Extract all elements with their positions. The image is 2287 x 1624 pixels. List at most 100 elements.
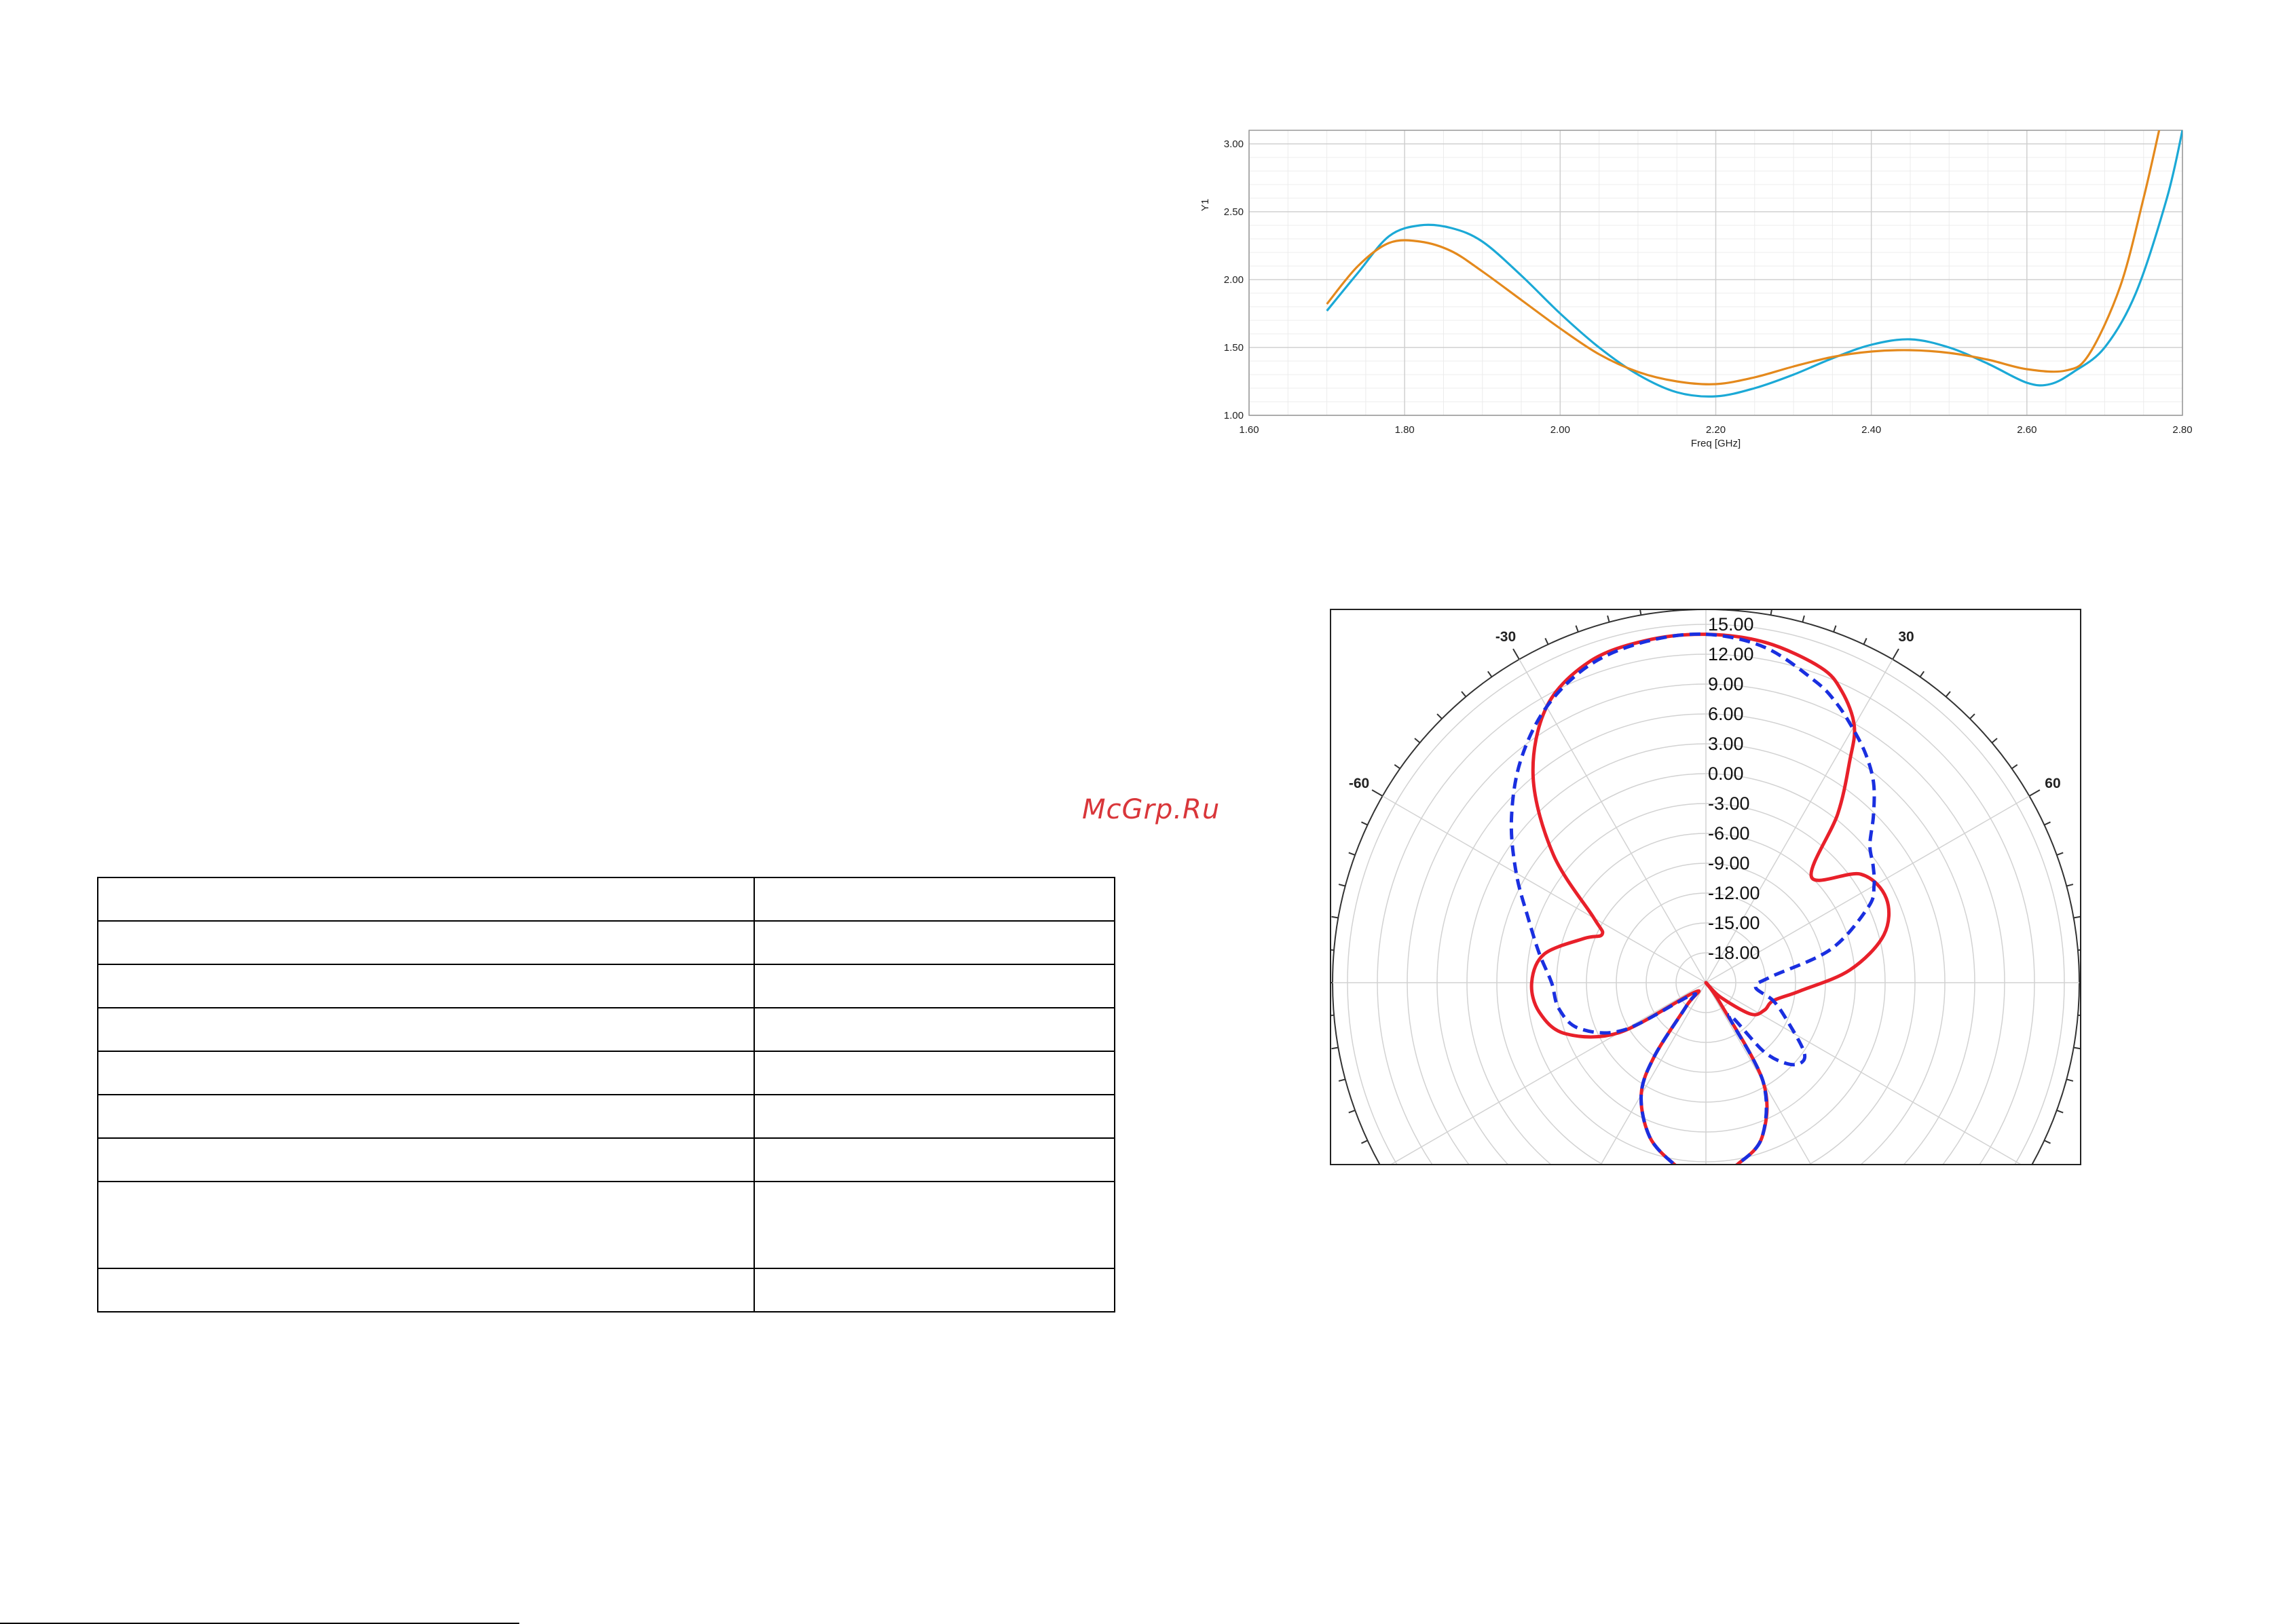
angle-label: -90	[1295, 976, 1316, 992]
polar-tick	[2028, 789, 2041, 797]
x-tick-label: 1.60	[1239, 424, 1259, 436]
polar-plot-area: 15.00 12.00 9.00 6.00 3.00 0.00 -3.00 -6.00 -9.0…	[1295, 577, 2081, 1174]
polar-tick	[1361, 1139, 1368, 1144]
polar-tick	[1512, 648, 1520, 660]
y-tick-label: 1.00	[1224, 410, 1244, 421]
polar-tick	[2073, 915, 2081, 919]
spec-table	[96, 877, 1115, 1313]
polar-tick	[1338, 1078, 1345, 1082]
radial-tick-label: 0.00	[1708, 763, 1744, 784]
polar-spoke	[1705, 982, 2022, 1165]
polar-tick	[1338, 884, 1345, 887]
x-tick-label: 2.00	[1550, 424, 1570, 436]
radial-tick-label: -15.00	[1708, 913, 1760, 933]
radial-tick-label: -3.00	[1708, 793, 1750, 814]
polar-series-2	[1509, 632, 1876, 1165]
y-tick-label: 3.00	[1224, 138, 1244, 150]
polar-tick	[1945, 691, 1951, 698]
polar-tick	[2044, 1139, 2051, 1144]
table-row	[96, 1051, 1115, 1095]
polar-tick	[2066, 884, 2074, 887]
table-cell	[754, 964, 1115, 1008]
table-cell	[754, 1094, 1115, 1139]
radial-tick-label: 9.00	[1708, 674, 1744, 694]
polar-spoke	[1390, 982, 1707, 1165]
angle-label: 60	[2045, 776, 2060, 791]
table-row	[96, 1268, 1115, 1313]
y-tick-label: 1.50	[1224, 342, 1244, 354]
table-cell	[96, 920, 756, 965]
polar-tick	[1331, 915, 1339, 919]
table-cell	[96, 1268, 756, 1313]
radiation-pattern-polar-chart: 15.00 12.00 9.00 6.00 3.00 0.00 -3.00 -6.00 -9.0…	[1295, 577, 2081, 1174]
polar-tick	[1361, 821, 1368, 826]
polar-tick	[1863, 638, 1867, 645]
x-tick-label: 2.80	[2172, 424, 2192, 436]
x-tick-label: 2.60	[2017, 424, 2037, 436]
x-tick-label: 1.80	[1395, 424, 1415, 436]
polar-spoke	[1600, 982, 1707, 1165]
polar-spoke	[1705, 982, 1812, 1165]
table-cell	[754, 1268, 1115, 1313]
angle-label: -30	[1495, 629, 1516, 645]
polar-tick	[2029, 1169, 2040, 1174]
table-cell	[754, 920, 1115, 965]
x-axis-label: Freq [GHz]	[1691, 438, 1741, 449]
vswr-line-chart: 1.60 1.80 2.00 2.20 2.40 2.60 2.80 1.00 1.50 2.00…	[1200, 130, 2193, 449]
series-line-2	[1326, 130, 2161, 385]
table-row	[96, 1007, 1115, 1052]
polar-tick	[1607, 615, 1610, 622]
table-cell	[96, 964, 756, 1008]
table-cell	[754, 1137, 1115, 1182]
watermark: McGrp.Ru	[1082, 794, 1221, 825]
polar-tick	[1414, 738, 1421, 744]
table-cell	[754, 1051, 1115, 1095]
angle-label: 0	[1702, 577, 1710, 591]
table-cell	[754, 1007, 1115, 1052]
polar-tick	[1802, 615, 1805, 622]
table-cell	[96, 1094, 756, 1139]
radial-tick-label: -18.00	[1708, 943, 1760, 963]
polar-tick	[2056, 852, 2064, 856]
angle-label: 30	[1898, 629, 1914, 645]
table-row	[96, 1181, 1115, 1269]
angle-label: -60	[1349, 776, 1369, 791]
polar-tick	[1969, 713, 1975, 719]
polar-tick	[1892, 648, 1899, 660]
table-row	[96, 1137, 1115, 1182]
table-cell	[754, 1181, 1115, 1269]
polar-tick	[1348, 852, 1356, 856]
x-tick-label: 2.20	[1706, 424, 1726, 436]
x-tick-label: 2.40	[1861, 424, 1881, 436]
table-row	[96, 920, 1115, 965]
polar-tick	[2073, 1046, 2081, 1050]
polar-tick	[1991, 738, 1998, 744]
y-tick-label: 2.00	[1224, 274, 1244, 286]
table-row	[96, 964, 1115, 1008]
polar-tick	[2066, 1078, 2074, 1082]
table-cell	[96, 1007, 756, 1052]
polar-tick	[1436, 713, 1443, 719]
polar-tick	[1371, 789, 1383, 797]
radial-tick-label: -6.00	[1708, 823, 1750, 844]
polar-tick	[1544, 638, 1549, 645]
table-cell	[96, 1137, 756, 1182]
polar-tick	[2044, 821, 2051, 826]
polar-tick	[2056, 1110, 2064, 1114]
polar-tick	[1394, 763, 1401, 770]
table-cell	[96, 1181, 756, 1269]
polar-tick	[1487, 671, 1493, 678]
polar-tick	[1575, 625, 1579, 632]
polar-tick	[1461, 691, 1467, 698]
polar-tick	[1372, 1169, 1383, 1174]
table-row	[96, 1094, 1115, 1139]
radial-tick-label: 6.00	[1708, 704, 1744, 724]
radial-tick-label: -9.00	[1708, 853, 1750, 873]
y-tick-label: 2.50	[1224, 206, 1244, 218]
polar-tick	[2011, 763, 2018, 770]
table-cell	[96, 1051, 756, 1095]
radial-tick-label: 12.00	[1708, 644, 1754, 664]
polar-tick	[1348, 1110, 1356, 1114]
polar-tick	[1331, 1046, 1339, 1050]
y-axis-label: Y1	[1200, 199, 1211, 211]
